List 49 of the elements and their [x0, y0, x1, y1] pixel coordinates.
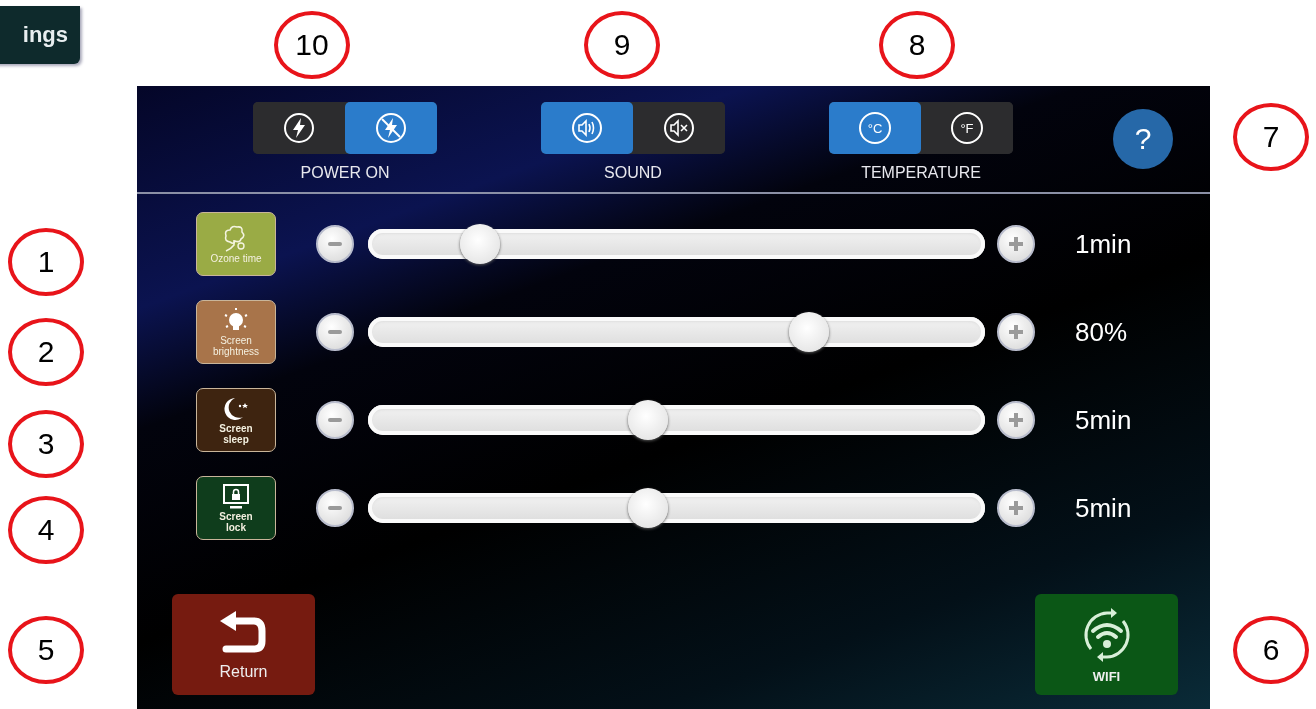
slider[interactable]: [368, 224, 985, 264]
tile-label: Ozone time: [210, 252, 262, 264]
toggle-label: TEMPERATURE: [861, 164, 981, 182]
help-button[interactable]: ?: [1113, 109, 1173, 169]
plus-button[interactable]: [997, 489, 1035, 527]
return-button[interactable]: Return: [172, 594, 315, 695]
slider-thumb[interactable]: [789, 312, 830, 352]
toggle-option[interactable]: [541, 102, 633, 154]
callout-marker: 7: [1233, 103, 1309, 171]
slider[interactable]: [368, 488, 985, 528]
tile-label: Screen lock: [218, 511, 254, 533]
lightning-off-icon: [375, 112, 407, 144]
callout-marker: 8: [879, 11, 955, 79]
minus-button[interactable]: [316, 225, 354, 263]
mute-icon: [663, 112, 695, 144]
callout-marker: 2: [8, 318, 84, 386]
callout-marker: 4: [8, 496, 84, 564]
plus-button[interactable]: [997, 401, 1035, 439]
toggle-option[interactable]: [345, 102, 437, 154]
tile-label: Screen brightness: [211, 335, 261, 357]
settings-tab[interactable]: ings: [0, 6, 80, 64]
slider[interactable]: [368, 400, 985, 440]
toggle-label: POWER ON: [300, 164, 390, 182]
toggle-option[interactable]: °C: [829, 102, 921, 154]
minus-button[interactable]: [316, 489, 354, 527]
setting-value: 80%: [1075, 316, 1128, 348]
plus-button[interactable]: [997, 313, 1035, 351]
callout-marker: 5: [8, 616, 84, 684]
lightning-icon: [283, 112, 315, 144]
tile-label: Screen sleep: [218, 423, 254, 445]
monitor-lock-icon: [221, 483, 251, 511]
setting-value: 1min: [1075, 228, 1132, 260]
callout-marker: 10: [274, 11, 350, 79]
slider-thumb[interactable]: [627, 400, 668, 440]
slider[interactable]: [368, 312, 985, 352]
callout-marker: 6: [1233, 616, 1309, 684]
callout-marker: 1: [8, 228, 84, 296]
wifi-button[interactable]: WIFI: [1035, 594, 1178, 695]
setting-value: 5min: [1075, 404, 1132, 436]
plus-button[interactable]: [997, 225, 1035, 263]
minus-button[interactable]: [316, 401, 354, 439]
minus-button[interactable]: [316, 313, 354, 351]
slider-thumb[interactable]: [627, 488, 668, 528]
toggle-label: SOUND: [604, 164, 662, 182]
speaker-icon: [571, 112, 603, 144]
setting-value: 5min: [1075, 492, 1132, 524]
callout-marker: 3: [8, 410, 84, 478]
slider-thumb[interactable]: [460, 224, 501, 264]
callout-marker: 9: [584, 11, 660, 79]
